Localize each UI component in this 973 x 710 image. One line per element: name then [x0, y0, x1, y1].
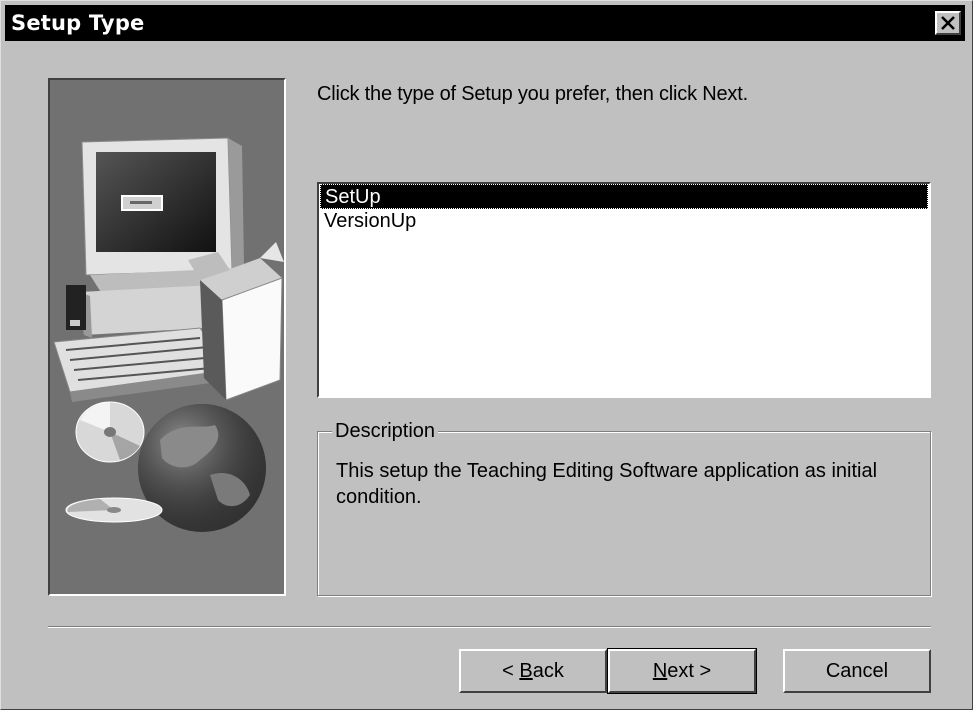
description-text: This setup the Teaching Editing Software…	[336, 460, 878, 508]
setup-type-dialog: Setup Type Click the type of Setup you p…	[0, 0, 973, 710]
list-item-versionup[interactable]: VersionUp	[320, 209, 928, 234]
button-separator	[48, 626, 931, 628]
list-item-setup[interactable]: SetUp	[320, 184, 928, 209]
setup-illustration	[48, 78, 286, 596]
title-bar[interactable]: Setup Type	[5, 5, 965, 41]
close-icon	[941, 16, 955, 30]
next-button[interactable]: Next >	[607, 648, 757, 694]
back-prefix: <	[502, 660, 520, 682]
next-accel: N	[652, 660, 668, 682]
cancel-button[interactable]: Cancel	[783, 649, 931, 693]
description-label: Description	[332, 420, 439, 442]
next-rest: ext >	[667, 660, 712, 682]
back-rest: ack	[532, 660, 564, 682]
monitor-illustration	[81, 137, 244, 276]
instruction-text: Click the type of Setup you prefer, then…	[317, 83, 748, 105]
description-group: Description This setup the Teaching Edit…	[317, 420, 931, 596]
close-button[interactable]	[935, 11, 961, 35]
back-button[interactable]: < Back	[459, 649, 607, 693]
back-accel: B	[519, 660, 533, 682]
setup-type-list[interactable]: SetUp VersionUp	[317, 182, 931, 398]
window-title: Setup Type	[11, 11, 145, 35]
